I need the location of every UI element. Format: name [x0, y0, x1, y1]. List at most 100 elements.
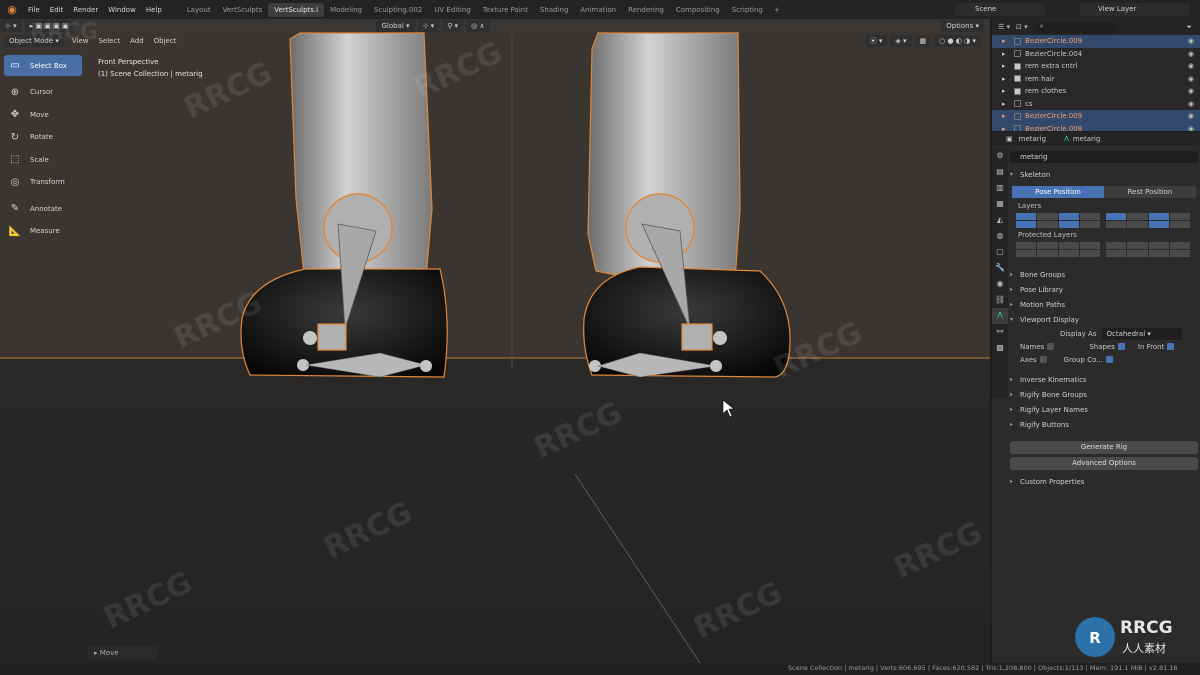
- workspace-tab[interactable]: Sculpting.002: [368, 3, 428, 17]
- menu-edit[interactable]: Edit: [45, 6, 69, 14]
- collection-checkbox[interactable]: [1014, 37, 1021, 45]
- world-tab-icon[interactable]: ◍: [992, 228, 1008, 244]
- tool-move[interactable]: ✥ Move: [4, 104, 82, 125]
- view-layer-selector[interactable]: View Layer: [1080, 3, 1190, 16]
- tool-cursor[interactable]: ⊕ Cursor: [4, 82, 82, 103]
- transform-orientation-dropdown[interactable]: Global ▾: [376, 20, 415, 32]
- layers-grid[interactable]: [1016, 213, 1192, 228]
- panel-rigify-bone-groups[interactable]: ▸ Rigify Bone Groups: [1010, 387, 1198, 402]
- rest-position-button[interactable]: Rest Position: [1104, 186, 1196, 198]
- editor-type-button[interactable]: ⊹ ▾: [0, 20, 22, 32]
- tool-transform[interactable]: ◎ Transform: [4, 172, 82, 193]
- workspace-tab[interactable]: Modeling: [324, 3, 368, 17]
- options-dropdown[interactable]: Options ▾: [941, 20, 984, 32]
- object-tab-icon[interactable]: ▢: [992, 244, 1008, 260]
- group-colors-checkbox[interactable]: [1105, 356, 1113, 363]
- last-operator-panel[interactable]: ▸ Move: [88, 646, 158, 660]
- visibility-eye-icon[interactable]: ◉: [1188, 125, 1194, 131]
- collection-checkbox[interactable]: [1014, 125, 1021, 131]
- outliner-search-input[interactable]: ⌕: [1035, 21, 1116, 33]
- armature-data-tab-icon[interactable]: ⴷ: [992, 308, 1008, 324]
- outliner-item[interactable]: ▸ BezierCircle.009 ◉: [992, 35, 1200, 48]
- outliner-item[interactable]: ▸ rem hair ◉: [992, 73, 1200, 86]
- outliner-item[interactable]: ▸ rem extra cntrl ◉: [992, 60, 1200, 73]
- names-checkbox[interactable]: [1047, 343, 1055, 350]
- outliner-item[interactable]: ▸ cs ◉: [992, 98, 1200, 111]
- outliner-item[interactable]: ▸ BezierCircle.008 ◉: [992, 122, 1200, 131]
- outliner-item[interactable]: ▸ BezierCircle.004 ◉: [992, 48, 1200, 61]
- viewport-menu-object[interactable]: Object: [149, 37, 182, 45]
- collection-checkbox[interactable]: [1014, 87, 1021, 95]
- shapes-checkbox[interactable]: [1117, 343, 1125, 350]
- output-tab-icon[interactable]: ▥: [992, 180, 1008, 196]
- panel-rigify-layer-names[interactable]: ▸ Rigify Layer Names: [1010, 402, 1198, 417]
- tool-tab-icon[interactable]: ⚙: [992, 148, 1008, 164]
- menu-help[interactable]: Help: [141, 6, 167, 14]
- workspace-tab[interactable]: Compositing: [670, 3, 726, 17]
- visibility-eye-icon[interactable]: ◉: [1188, 62, 1194, 70]
- modifier-tab-icon[interactable]: 🔧: [992, 260, 1008, 276]
- outliner-display-mode-icon[interactable]: ⊡ ▾: [1016, 23, 1028, 31]
- generate-rig-button[interactable]: Generate Rig: [1010, 441, 1198, 454]
- overlays-button[interactable]: ◈ ▾: [890, 35, 912, 47]
- custom-properties-panel[interactable]: ▸ Custom Properties: [1010, 474, 1198, 489]
- expand-arrow-icon[interactable]: ▸: [1002, 62, 1010, 70]
- physics-tab-icon[interactable]: ◉: [992, 276, 1008, 292]
- blender-logo-icon[interactable]: ◉: [5, 3, 19, 17]
- menu-file[interactable]: File: [23, 6, 45, 14]
- panel-rigify-buttons[interactable]: ▸ Rigify Buttons: [1010, 417, 1198, 432]
- visibility-eye-icon[interactable]: ◉: [1188, 37, 1194, 45]
- bone-tab-icon[interactable]: ⚯: [992, 324, 1008, 340]
- workspace-tab[interactable]: VertSculpts: [217, 3, 269, 17]
- shading-modes[interactable]: ○ ● ◐ ◑ ▾: [934, 35, 981, 47]
- expand-arrow-icon[interactable]: ▸: [1002, 50, 1010, 58]
- workspace-tab[interactable]: Texture Paint: [477, 3, 534, 17]
- axes-checkbox[interactable]: [1039, 356, 1047, 363]
- scene-selector[interactable]: Scene: [955, 3, 1045, 16]
- collection-checkbox[interactable]: [1014, 62, 1021, 70]
- texture-tab-icon[interactable]: ▩: [992, 340, 1008, 356]
- pivot-button[interactable]: ⊹ ▾: [417, 20, 440, 32]
- expand-arrow-icon[interactable]: ▸: [1002, 125, 1010, 131]
- panel-inverse-kinematics[interactable]: ▸ Inverse Kinematics: [1010, 372, 1198, 387]
- view-layer-tab-icon[interactable]: ▦: [992, 196, 1008, 212]
- collection-checkbox[interactable]: [1014, 112, 1021, 120]
- render-tab-icon[interactable]: ▤: [992, 164, 1008, 180]
- 3d-viewport[interactable]: ⊹ ▾ ▸ ▣ ▣ ▣ ▣ Global ▾ ⊹ ▾ ⚲ ▾ ◎ ∧ Optio…: [0, 19, 990, 663]
- in-front-checkbox[interactable]: [1167, 343, 1175, 350]
- expand-arrow-icon[interactable]: ▸: [1002, 87, 1010, 95]
- tool-measure[interactable]: 📐 Measure: [4, 221, 82, 242]
- visibility-eye-icon[interactable]: ◉: [1188, 112, 1194, 120]
- object-mode-dropdown[interactable]: Object Mode ▾: [4, 35, 64, 47]
- tool-annotate[interactable]: ✎ Annotate: [4, 198, 82, 219]
- viewport-menu-select[interactable]: Select: [93, 37, 125, 45]
- proportional-edit-button[interactable]: ◎ ∧: [466, 20, 490, 32]
- gizmo-button[interactable]: ⦿ ▾: [864, 35, 888, 47]
- outliner-item[interactable]: ▸ BezierCircle.009 ◉: [992, 110, 1200, 123]
- panel-bone-groups[interactable]: ▸ Bone Groups: [1010, 267, 1198, 282]
- tool-select-box[interactable]: ▭ Select Box: [4, 55, 82, 76]
- add-workspace-button[interactable]: +: [769, 6, 785, 14]
- workspace-tab[interactable]: Animation: [574, 3, 622, 17]
- expand-arrow-icon[interactable]: ▸: [1002, 100, 1010, 108]
- tool-rotate[interactable]: ↻ Rotate: [4, 127, 82, 148]
- workspace-tab[interactable]: VertSculpts.l: [268, 2, 325, 17]
- expand-arrow-icon[interactable]: ▸: [1002, 112, 1010, 120]
- constraint-tab-icon[interactable]: ⛓: [992, 292, 1008, 308]
- advanced-options-button[interactable]: Advanced Options: [1010, 457, 1198, 470]
- xray-button[interactable]: ▦: [914, 35, 932, 47]
- visibility-eye-icon[interactable]: ◉: [1188, 75, 1194, 83]
- display-as-dropdown[interactable]: Octahedral ▾: [1102, 327, 1183, 340]
- visibility-eye-icon[interactable]: ◉: [1188, 100, 1194, 108]
- expand-arrow-icon[interactable]: ▸: [1002, 37, 1010, 45]
- workspace-tab[interactable]: Layout: [181, 3, 217, 17]
- armature-name-field[interactable]: metarig: [1010, 151, 1198, 163]
- panel-motion-paths[interactable]: ▸ Motion Paths: [1010, 297, 1198, 312]
- viewport-menu-add[interactable]: Add: [125, 37, 149, 45]
- collection-checkbox[interactable]: [1014, 50, 1021, 58]
- menu-window[interactable]: Window: [103, 6, 141, 14]
- filter-icon[interactable]: ⏷: [1186, 23, 1192, 32]
- skeleton-panel-header[interactable]: ▾ Skeleton: [1010, 167, 1198, 182]
- snap-button[interactable]: ⚲ ▾: [442, 20, 464, 32]
- tool-scale[interactable]: ⬚ Scale: [4, 149, 82, 170]
